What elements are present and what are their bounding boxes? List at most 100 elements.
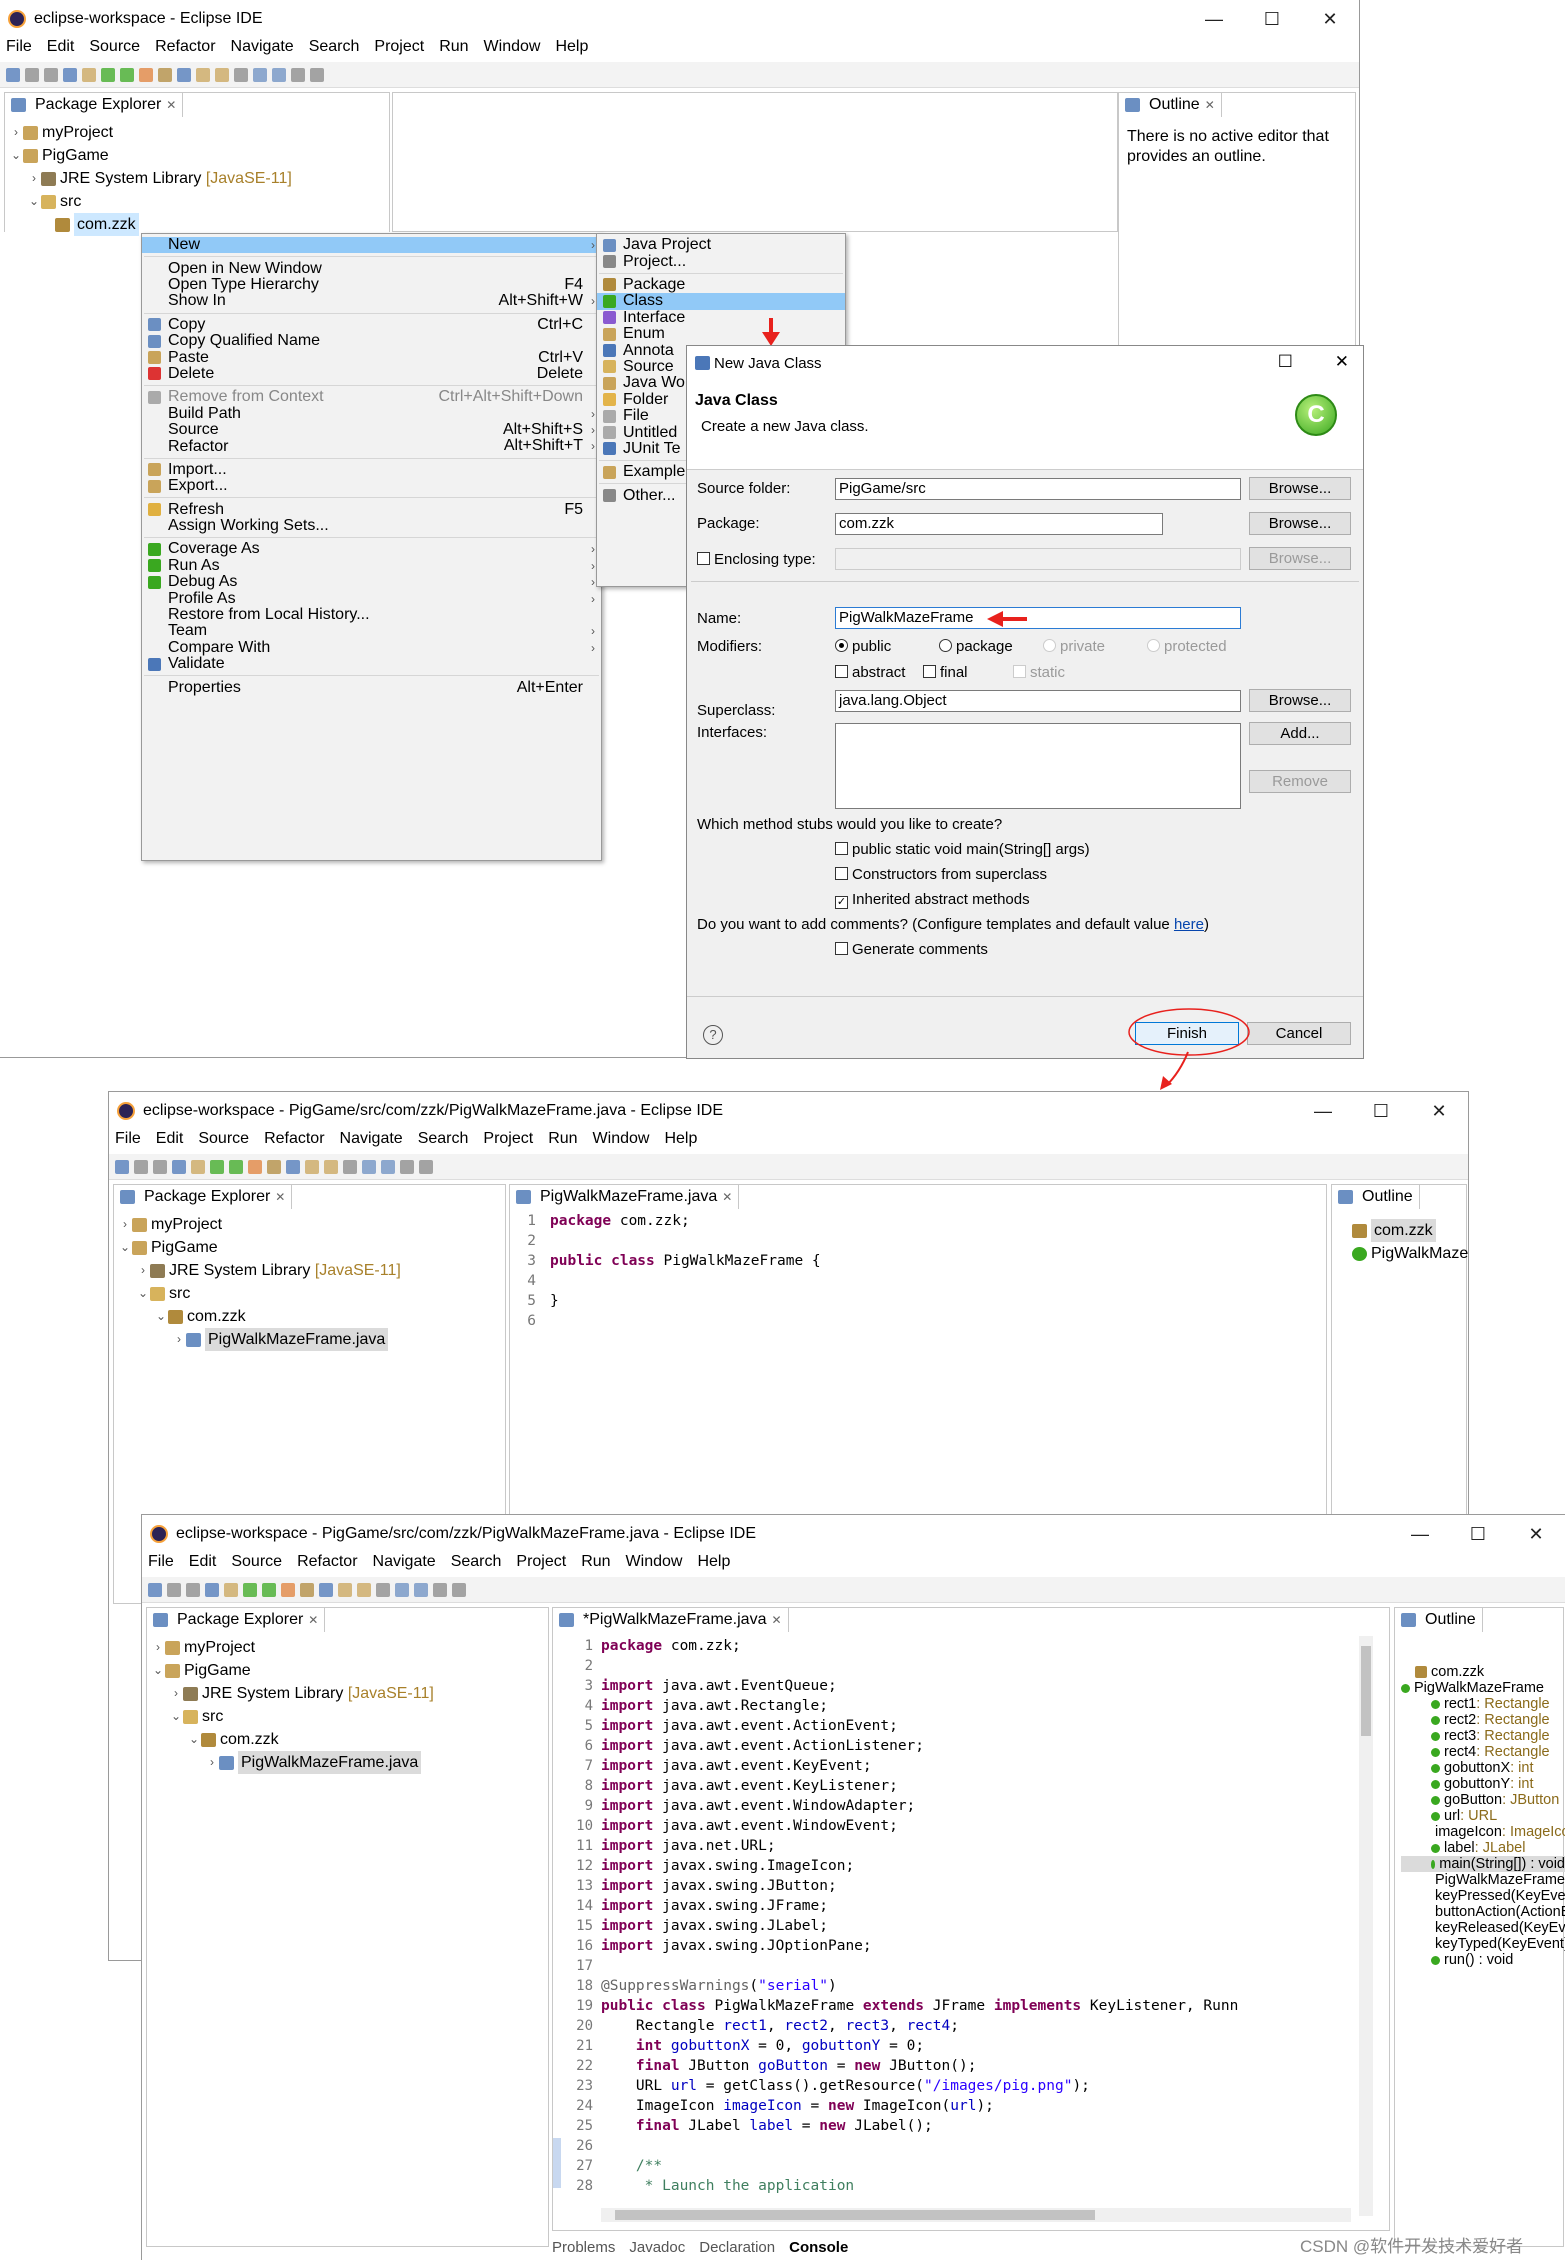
browse-superclass-button[interactable]: Browse... [1249, 689, 1351, 712]
new-submenu-item-enum[interactable]: Enum [597, 325, 845, 342]
menu-project[interactable]: Project [483, 1130, 533, 1154]
toolbar-button-icon[interactable] [357, 1582, 371, 1597]
context-menu-item-coverage-as[interactable]: Coverage As › [142, 540, 601, 557]
tree-item-myproject[interactable]: › myProject [118, 1213, 401, 1236]
menu-source[interactable]: Source [89, 38, 140, 62]
new-submenu-item-class[interactable]: Class [597, 292, 845, 310]
menu-refactor[interactable]: Refactor [264, 1130, 324, 1154]
toolbar-button-icon[interactable] [6, 67, 20, 82]
final-checkbox[interactable]: final [923, 664, 968, 681]
menu-search[interactable]: Search [309, 38, 360, 62]
context-menu-item-new[interactable]: New › [142, 236, 601, 254]
menu-refactor[interactable]: Refactor [155, 38, 215, 62]
toolbar-button-icon[interactable] [186, 1582, 200, 1597]
toolbar-button-icon[interactable] [300, 1582, 314, 1597]
tree-item-com-zzk[interactable]: ⌄ com.zzk [118, 1305, 401, 1328]
toolbar-button-icon[interactable] [400, 1159, 414, 1174]
tab-declaration[interactable]: Declaration [699, 2239, 775, 2256]
modifier-package-radio[interactable]: package [939, 638, 1013, 655]
toolbar-button-icon[interactable] [324, 1159, 338, 1174]
tree-item-jre[interactable]: › JRE System Library [JavaSE-11] [151, 1682, 434, 1705]
outline-item[interactable]: rect3 : Rectangle [1401, 1728, 1565, 1744]
interfaces-list[interactable] [835, 723, 1241, 809]
toolbar-button-icon[interactable] [153, 1159, 167, 1174]
context-menu-item-team[interactable]: Team › [142, 622, 601, 639]
toolbar-button-icon[interactable] [115, 1159, 129, 1174]
toolbar-button-icon[interactable] [310, 67, 324, 82]
new-submenu-item-package[interactable]: Package [597, 276, 845, 293]
toolbar-button-icon[interactable] [291, 67, 305, 82]
cancel-button[interactable]: Cancel [1247, 1022, 1351, 1045]
source-folder-field[interactable]: PigGame/src [835, 478, 1241, 500]
menu-edit[interactable]: Edit [47, 38, 75, 62]
toolbar-button-icon[interactable] [267, 1159, 281, 1174]
toolbar-button-icon[interactable] [101, 67, 115, 82]
toolbar-button-icon[interactable] [167, 1582, 181, 1597]
toolbar-button-icon[interactable] [229, 1159, 243, 1174]
close-icon[interactable]: ✕ [308, 1613, 318, 1627]
horizontal-scrollbar[interactable] [601, 2208, 1351, 2222]
menu-run[interactable]: Run [439, 38, 468, 62]
tree-item-src[interactable]: ⌄ src [118, 1282, 401, 1305]
tab-editor[interactable]: *PigWalkMazeFrame.java ✕ [553, 1608, 789, 1632]
menu-navigate[interactable]: Navigate [373, 1553, 436, 1577]
tab-problems[interactable]: Problems [552, 2239, 615, 2256]
menu-window[interactable]: Window [484, 38, 541, 62]
stub-inherited-checkbox[interactable]: ✓ Inherited abstract methods [835, 891, 1030, 909]
tree-item-src[interactable]: ⌄ src [151, 1705, 434, 1728]
toolbar-button-icon[interactable] [44, 67, 58, 82]
toolbar-button-icon[interactable] [272, 67, 286, 82]
toolbar-button-icon[interactable] [253, 67, 267, 82]
close-icon[interactable]: ✕ [166, 98, 176, 112]
outline-item[interactable]: gobuttonY : int [1401, 1776, 1565, 1792]
outline-item[interactable]: main(String[]) : void [1401, 1856, 1565, 1872]
superclass-field[interactable]: java.lang.Object [835, 690, 1241, 712]
toolbar-button-icon[interactable] [215, 67, 229, 82]
toolbar-button-icon[interactable] [433, 1582, 447, 1597]
menu-project[interactable]: Project [374, 38, 424, 62]
minimize-button[interactable]: — [1185, 0, 1243, 38]
outline-item[interactable]: PigWalkMazeFrame [1401, 1680, 1565, 1696]
menu-help[interactable]: Help [664, 1130, 697, 1154]
context-menu-item-compare-with[interactable]: Compare With › [142, 639, 601, 656]
close-icon[interactable]: ✕ [1205, 98, 1215, 112]
close-button[interactable]: ✕ [1335, 352, 1349, 372]
toolbar-button-icon[interactable] [172, 1159, 186, 1174]
tab-javadoc[interactable]: Javadoc [629, 2239, 685, 2256]
tab-package-explorer[interactable]: Package Explorer ✕ [5, 93, 184, 117]
toolbar-button-icon[interactable] [210, 1159, 224, 1174]
here-link[interactable]: here [1174, 916, 1204, 933]
menu-file[interactable]: File [6, 38, 32, 62]
toolbar-button-icon[interactable] [262, 1582, 276, 1597]
context-menu-item-restore-from-local-history[interactable]: Restore from Local History... [142, 606, 601, 623]
menu-window[interactable]: Window [593, 1130, 650, 1154]
tab-package-explorer[interactable]: Package Explorer ✕ [114, 1185, 293, 1209]
tab-outline[interactable]: Outline ✕ [1119, 93, 1222, 117]
outline-item[interactable]: gobuttonX : int [1401, 1760, 1565, 1776]
toolbar-button-icon[interactable] [248, 1159, 262, 1174]
outline-item[interactable]: com.zzk [1401, 1664, 1565, 1680]
stub-constructors-checkbox[interactable]: Constructors from superclass [835, 866, 1047, 883]
context-menu-item-open-type-hierarchy[interactable]: Open Type Hierarchy F4 [142, 276, 601, 293]
new-submenu-item-project[interactable]: Project... [597, 253, 845, 270]
outline-item[interactable]: PigWalkMazeFrame() [1401, 1872, 1565, 1888]
tab-outline[interactable]: Outline [1332, 1185, 1420, 1209]
toolbar-button-icon[interactable] [25, 67, 39, 82]
menu-source[interactable]: Source [231, 1553, 282, 1577]
maximize-button[interactable]: ☐ [1243, 0, 1301, 38]
enclosing-type-checkbox[interactable]: Enclosing type: [697, 551, 816, 568]
toolbar-button-icon[interactable] [224, 1582, 238, 1597]
toolbar-button-icon[interactable] [319, 1582, 333, 1597]
menu-help[interactable]: Help [697, 1553, 730, 1577]
toolbar-button-icon[interactable] [63, 67, 77, 82]
menu-navigate[interactable]: Navigate [231, 38, 294, 62]
toolbar-button-icon[interactable] [343, 1159, 357, 1174]
toolbar-button-icon[interactable] [120, 67, 134, 82]
context-menu-item-open-in-new-window[interactable]: Open in New Window [142, 260, 601, 277]
context-menu-item-paste[interactable]: Paste Ctrl+V [142, 349, 601, 366]
vertical-scrollbar[interactable] [1359, 1636, 1373, 2216]
menu-window[interactable]: Window [626, 1553, 683, 1577]
outline-item[interactable]: rect2 : Rectangle [1401, 1712, 1565, 1728]
toolbar-button-icon[interactable] [234, 67, 248, 82]
menu-file[interactable]: File [148, 1553, 174, 1577]
